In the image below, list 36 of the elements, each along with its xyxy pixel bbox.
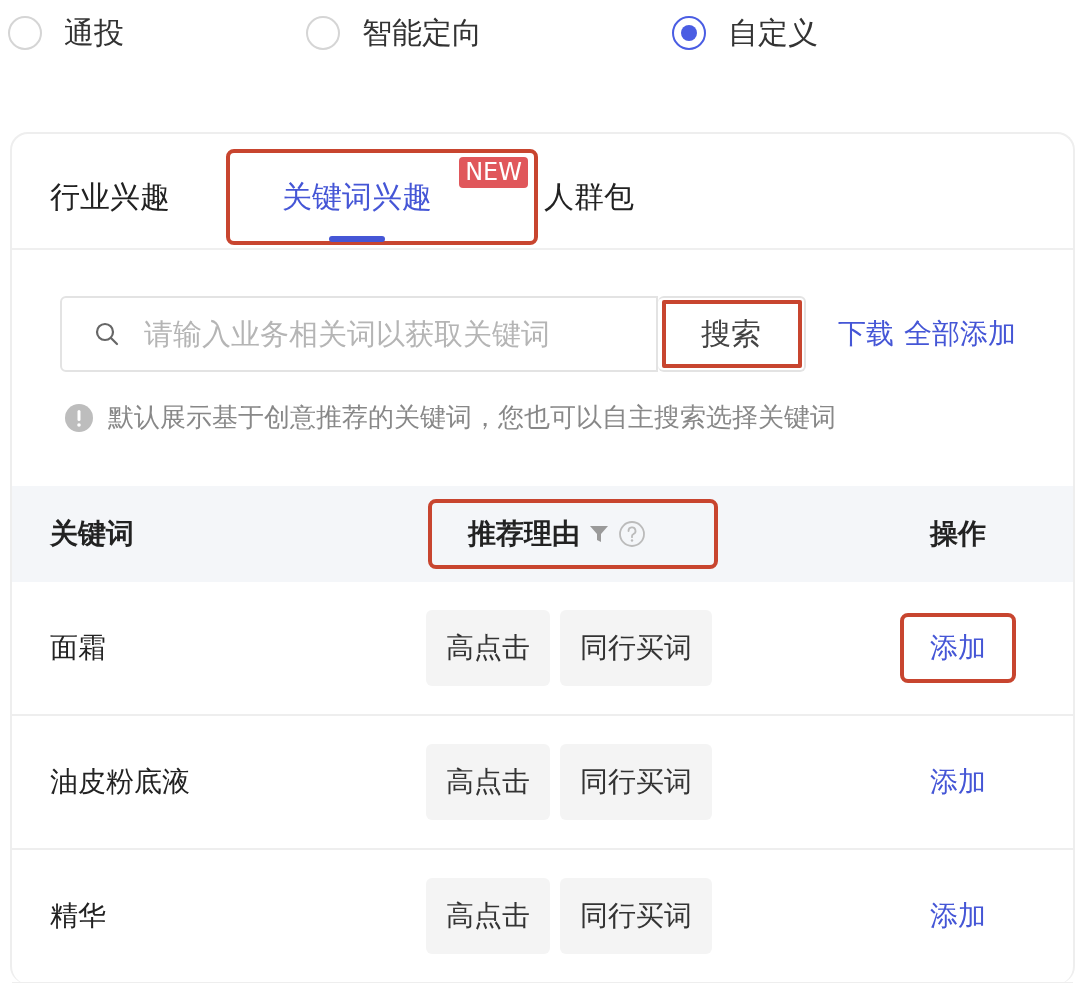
radio-icon[interactable]: [672, 16, 706, 50]
tab[interactable]: 人群包: [544, 154, 634, 240]
column-header: 推荐理由: [468, 516, 580, 552]
radio-label: 自定义: [728, 13, 818, 52]
reason-tag: 同行买词: [560, 878, 712, 954]
reason-tag: 高点击: [426, 610, 550, 686]
link[interactable]: 下载: [838, 315, 894, 353]
radio-option[interactable]: 智能定向: [306, 12, 672, 54]
radio-option[interactable]: 通投: [8, 12, 306, 54]
info-icon: [64, 402, 94, 433]
new-badge: NEW: [459, 157, 528, 188]
tab[interactable]: 行业兴趣: [50, 154, 170, 240]
search-input[interactable]: 请输入业务相关词以获取关键词: [142, 316, 646, 352]
add-link[interactable]: 添加: [899, 613, 1016, 683]
table-cell-text: 精华: [50, 898, 106, 934]
reason-tag: 高点击: [426, 878, 550, 954]
search-button[interactable]: 搜索: [658, 296, 806, 372]
radio-label: 通投: [64, 13, 124, 52]
link[interactable]: 全部添加: [904, 315, 1016, 353]
search-field[interactable]: 请输入业务相关词以获取关键词: [60, 296, 658, 372]
hint-text: 默认展示基于创意推荐的关键词，您也可以自主搜索选择关键词: [108, 401, 836, 434]
filter-icon[interactable]: [588, 523, 610, 545]
radio-label: 智能定向: [362, 13, 482, 52]
add-link[interactable]: 添加: [899, 747, 1016, 817]
reason-tag: 同行买词: [560, 610, 712, 686]
radio-option[interactable]: 自定义: [672, 12, 818, 54]
add-link[interactable]: 添加: [899, 881, 1016, 951]
reason-tag: 高点击: [426, 744, 550, 820]
search-icon: [94, 321, 120, 347]
help-icon[interactable]: [618, 520, 646, 548]
column-header: 操作: [929, 516, 986, 552]
table-cell-text: 面霜: [50, 630, 106, 666]
tab[interactable]: 关键词兴趣: [282, 154, 432, 240]
column-header: 关键词: [50, 516, 134, 552]
table-cell-text: 油皮粉底液: [50, 764, 190, 800]
reason-tag: 同行买词: [560, 744, 712, 820]
